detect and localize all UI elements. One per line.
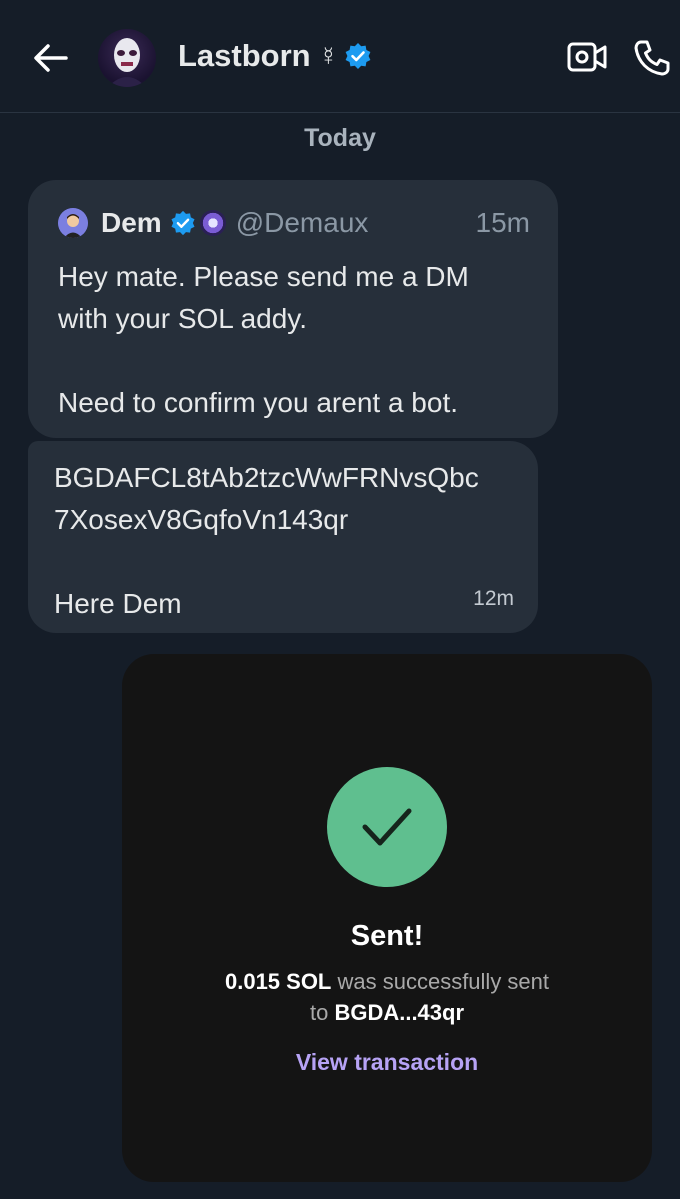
message-text: Hey mate. Please send me a DM with your …	[58, 261, 469, 418]
contact-name: Lastborn	[178, 38, 311, 73]
transaction-status: Sent!	[350, 920, 424, 952]
page-title: Lastborn ☿	[178, 38, 372, 74]
verified-badge-icon	[345, 43, 371, 69]
mercury-symbol: ☿	[318, 40, 339, 71]
quoted-post-header[interactable]: Dem @Demaux 15m	[58, 204, 530, 242]
message-text: BGDAFCL8tAb2tzcWwFRNvsQbc 7XosexV8GqfoVn…	[54, 462, 479, 619]
transaction-amount: 0.015 SOL	[224, 969, 332, 994]
success-check-icon	[327, 767, 447, 887]
transaction-to-prefix: to	[309, 1000, 335, 1025]
conversation-header: Lastborn ☿	[0, 0, 680, 113]
view-transaction-link[interactable]: View transaction	[122, 1049, 652, 1076]
transaction-mid-text: was successfully sent	[331, 969, 550, 994]
message-bubble[interactable]: BGDAFCL8tAb2tzcWwFRNvsQbc 7XosexV8GqfoVn…	[28, 441, 538, 633]
video-camera-icon[interactable]	[566, 40, 608, 74]
affiliate-badge-icon	[199, 210, 226, 236]
quoted-author-handle: @Demaux	[235, 207, 369, 238]
quoted-post-time: 15m	[475, 207, 530, 238]
transaction-recipient: BGDA...43qr	[334, 1000, 465, 1025]
arrow-left-icon[interactable]	[30, 38, 70, 78]
avatar[interactable]	[98, 29, 156, 87]
quoted-author-name: Dem	[101, 207, 162, 238]
transaction-card: Sent! 0.015 SOL was successfully sent to…	[122, 654, 652, 1182]
transaction-description: 0.015 SOL was successfully sent to BGDA.…	[122, 966, 652, 1028]
message-time: 12m	[473, 587, 514, 610]
date-separator: Today	[304, 124, 376, 152]
message-bubble[interactable]: Dem @Demaux 15m Hey mate. Please send me…	[28, 180, 558, 438]
phone-icon[interactable]	[632, 38, 672, 78]
avatar	[58, 208, 88, 238]
verified-badge-icon	[171, 210, 195, 236]
